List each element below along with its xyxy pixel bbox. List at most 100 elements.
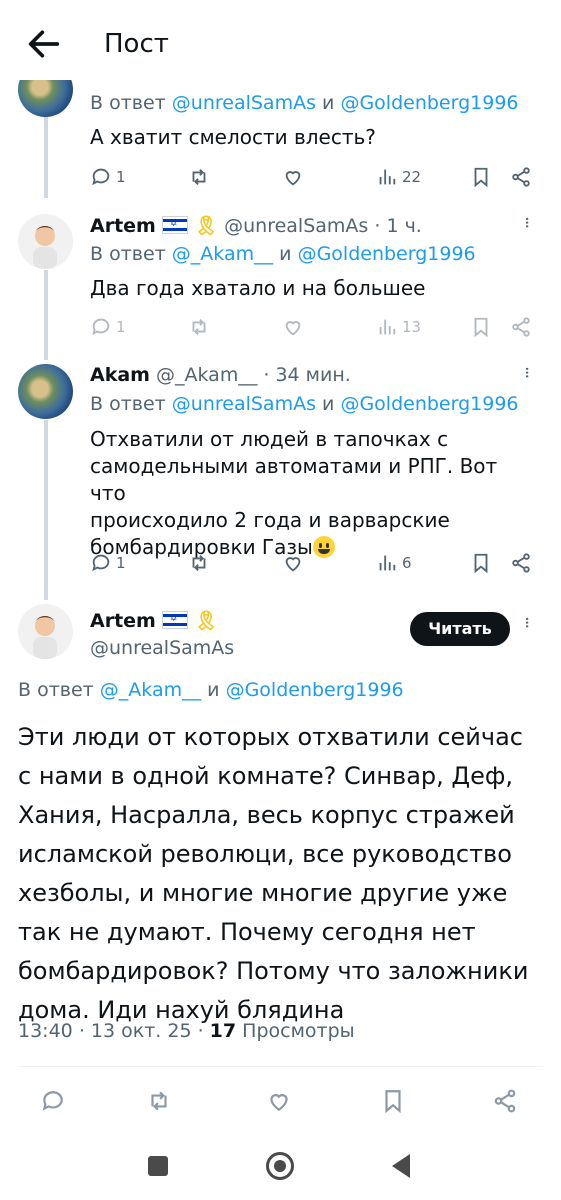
like-button[interactable] — [282, 552, 304, 574]
action-row: 1 22 — [90, 166, 540, 190]
author-name[interactable]: Akam — [90, 364, 150, 386]
share-button[interactable] — [492, 1088, 518, 1114]
reply-button[interactable] — [40, 1088, 66, 1114]
mention-link[interactable]: @_Akam__ — [172, 243, 273, 265]
mention-link[interactable]: @Goldenberg1996 — [226, 679, 404, 701]
post-text: Эти люди от которых отхватили сейчас с н… — [18, 723, 529, 1024]
reply-text: Два года хватало и на большее — [90, 276, 426, 300]
share-button[interactable] — [510, 166, 532, 188]
like-button[interactable] — [282, 166, 304, 188]
reply-to-line: В ответ @unrealSamAs и @Goldenberg1996 — [90, 393, 519, 415]
mention-link[interactable]: @Goldenberg1996 — [340, 393, 518, 415]
reply-icon — [92, 318, 110, 336]
share-icon — [512, 553, 530, 573]
share-icon — [512, 167, 530, 187]
author-row: Akam @_Akam__ · 34 мин. — [90, 364, 351, 386]
reply-text: Отхватили от людей в тапочках с самодель… — [90, 427, 498, 559]
retweet-icon — [151, 1091, 167, 1111]
retweet-button[interactable] — [188, 552, 210, 574]
avatar[interactable] — [18, 364, 73, 419]
like-button[interactable] — [282, 316, 304, 338]
post-date: · 13 окт. 25 · — [78, 1020, 204, 1042]
retweet-icon — [192, 169, 206, 185]
back-arrow-icon[interactable] — [24, 24, 64, 64]
memoji-avatar-icon — [33, 226, 57, 269]
like-button[interactable] — [266, 1088, 292, 1114]
more-options-icon[interactable]: ··· — [516, 216, 537, 227]
retweet-icon — [192, 555, 206, 571]
system-nav-bar — [0, 1140, 561, 1200]
share-icon — [494, 1089, 516, 1113]
share-button[interactable] — [510, 316, 532, 338]
share-icon — [512, 317, 530, 337]
retweet-icon — [192, 319, 206, 335]
author-handle[interactable]: @unrealSamAs — [90, 637, 234, 659]
home-icon[interactable] — [266, 1152, 294, 1180]
views-count: 17 — [209, 1020, 237, 1042]
bookmark-button[interactable] — [380, 1088, 406, 1114]
mention-link[interactable]: @Goldenberg1996 — [340, 92, 518, 114]
author-row: Artem ✡ 🎗 @unrealSamAs · 1 ч. — [90, 214, 422, 237]
views-icon — [379, 319, 396, 335]
more-options-icon[interactable]: ··· — [516, 616, 537, 627]
bookmark-icon — [474, 317, 488, 338]
reply-button[interactable]: 1 — [90, 316, 126, 338]
retweet-button[interactable] — [146, 1088, 172, 1114]
yellow-ribbon-icon: 🎗 — [193, 215, 219, 237]
memoji-avatar-icon — [33, 616, 57, 659]
thread-line — [44, 420, 48, 600]
reply-button[interactable]: 1 — [90, 552, 126, 574]
share-button[interactable] — [510, 552, 532, 574]
recent-apps-icon[interactable] — [148, 1156, 168, 1176]
mention-link[interactable]: @Goldenberg1996 — [298, 243, 476, 265]
action-row: 1 13 — [90, 316, 540, 340]
post-meta: 13:40 · 13 окт. 25 · 17 Просмотры — [18, 1020, 355, 1042]
mention-link[interactable]: @unrealSamAs — [172, 393, 316, 415]
heart-icon — [285, 557, 301, 572]
israel-flag-icon: ✡ — [161, 216, 188, 234]
post-action-row — [40, 1088, 520, 1116]
bookmark-icon — [385, 1090, 401, 1114]
top-bar: Пост — [0, 0, 561, 80]
mention-link[interactable]: @unrealSamAs — [172, 92, 316, 114]
author-name[interactable]: Artem — [90, 610, 156, 632]
views-button[interactable]: 6 — [376, 552, 412, 574]
reply-icon — [92, 168, 110, 186]
post-time: · 1 ч. — [374, 215, 422, 237]
thread-line — [44, 270, 48, 360]
divider — [18, 1066, 543, 1067]
bookmark-button[interactable] — [470, 166, 492, 188]
more-options-icon[interactable]: ··· — [516, 366, 537, 377]
retweet-button[interactable] — [188, 316, 210, 338]
author-handle[interactable]: @unrealSamAs — [224, 215, 368, 237]
bookmark-button[interactable] — [470, 552, 492, 574]
action-row: 1 6 — [90, 552, 540, 576]
avatar[interactable] — [18, 214, 73, 269]
page-title: Пост — [104, 29, 169, 59]
back-triangle-icon[interactable] — [392, 1154, 410, 1178]
reply-button[interactable]: 1 — [90, 166, 126, 188]
views-button[interactable]: 22 — [376, 166, 421, 188]
israel-flag-icon: ✡ — [161, 611, 188, 629]
heart-icon — [285, 321, 301, 336]
yellow-ribbon-icon: 🎗 — [193, 610, 219, 632]
views-icon — [379, 169, 396, 185]
heart-icon — [270, 1094, 288, 1111]
bookmark-button[interactable] — [470, 316, 492, 338]
follow-button[interactable]: Читать — [410, 612, 510, 646]
reply-to-line: В ответ @_Akam__ и @Goldenberg1996 — [18, 679, 404, 701]
author-name[interactable]: Artem — [90, 215, 156, 237]
reply-to-line: В ответ @unrealSamAs и @Goldenberg1996 — [90, 92, 519, 114]
views-icon — [379, 555, 396, 571]
avatar[interactable] — [18, 604, 73, 659]
mention-link[interactable]: @_Akam__ — [100, 679, 201, 701]
author-handle[interactable]: @_Akam__ — [156, 364, 257, 386]
retweet-button[interactable] — [188, 166, 210, 188]
reply-text: А хватит смелости влесть? — [90, 125, 376, 149]
heart-icon — [285, 171, 301, 186]
bookmark-icon — [474, 167, 488, 188]
views-label[interactable]: Просмотры — [242, 1020, 355, 1042]
reply-to-line: В ответ @_Akam__ и @Goldenberg1996 — [90, 243, 476, 265]
views-button[interactable]: 13 — [376, 316, 421, 338]
author-row: Artem ✡ 🎗 — [90, 609, 218, 632]
